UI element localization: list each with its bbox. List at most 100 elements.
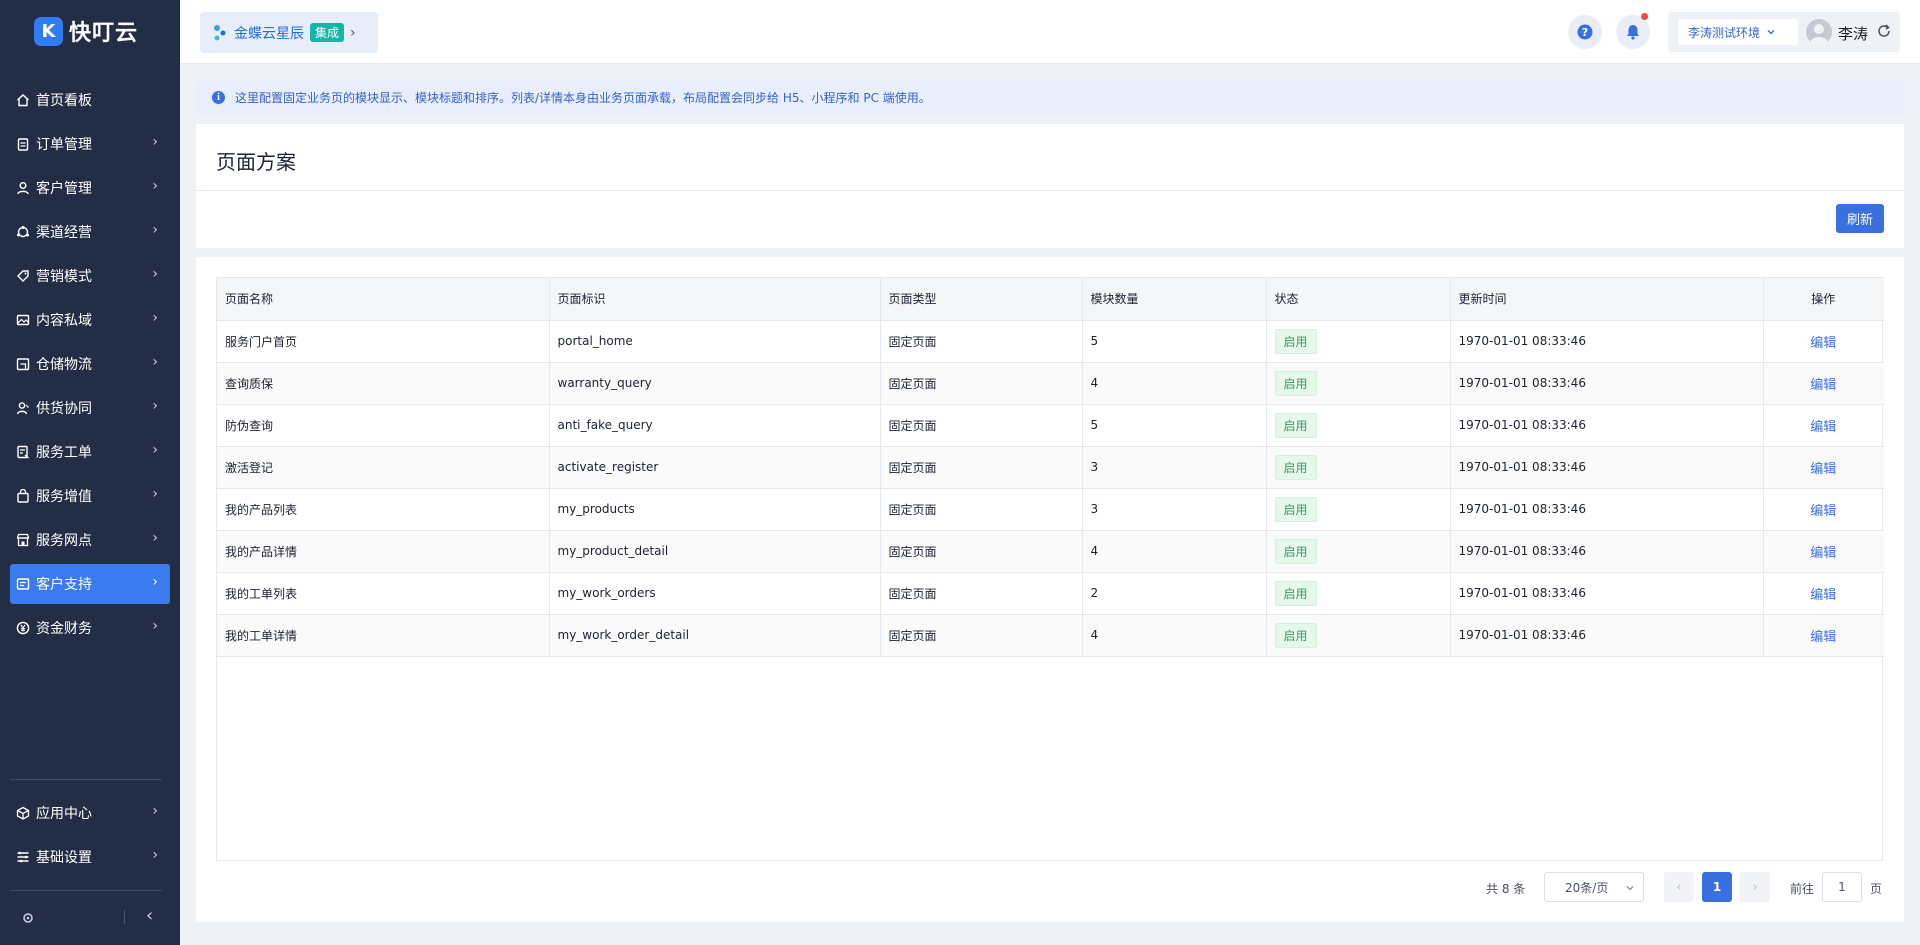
- cell-updated-time: 1970-01-01 08:33:46: [1450, 572, 1764, 615]
- edit-link[interactable]: 编辑: [1810, 588, 1836, 603]
- goto-label: 前往: [1790, 882, 1815, 896]
- sidebar-item-2[interactable]: 客户管理 ›: [10, 168, 170, 208]
- env-label: 李涛测试环境: [1688, 25, 1761, 40]
- chevron-right-icon: ›: [152, 574, 158, 590]
- cell-page-key: my_work_orders: [549, 572, 881, 615]
- cell-actions: 编辑: [1763, 404, 1884, 447]
- help-icon: ?: [1577, 24, 1593, 40]
- cell-page-type: 固定页面: [880, 572, 1083, 615]
- chevron-right-icon: ›: [152, 134, 158, 150]
- theme-gear-icon[interactable]: [22, 909, 34, 928]
- env-select[interactable]: 李涛测试环境: [1678, 19, 1798, 45]
- chevron-right-icon: ›: [152, 486, 158, 502]
- bell-icon: [1627, 25, 1639, 40]
- current-page-button[interactable]: 1: [1702, 872, 1732, 902]
- edit-link[interactable]: 编辑: [1810, 420, 1836, 435]
- sidebar-item-label: 首页看板: [36, 93, 92, 109]
- cell-status: 启用: [1266, 572, 1451, 615]
- cell-page-type: 固定页面: [880, 362, 1083, 405]
- cell-page-key: warranty_query: [549, 362, 881, 405]
- column-header: 页面名称: [217, 278, 550, 321]
- tag-icon: [16, 269, 30, 283]
- sidebar-item-label: 订单管理: [36, 137, 92, 153]
- edit-link[interactable]: 编辑: [1810, 630, 1836, 645]
- edit-link[interactable]: 编辑: [1810, 462, 1836, 477]
- goto-page-input[interactable]: [1822, 872, 1862, 902]
- sidebar-item-label: 客户管理: [36, 181, 92, 197]
- refresh-icon[interactable]: [1876, 23, 1892, 43]
- sidebar-item-label: 内容私域: [36, 313, 92, 329]
- chevron-right-icon: ›: [152, 442, 158, 458]
- notification-button[interactable]: [1616, 13, 1650, 49]
- sidebar-item-10[interactable]: 服务网点 ›: [10, 520, 170, 560]
- cell-updated-time: 1970-01-01 08:33:46: [1450, 488, 1764, 531]
- cell-updated-time: 1970-01-01 08:33:46: [1450, 446, 1764, 489]
- cell-module-count: 4: [1082, 530, 1267, 573]
- sidebar-item-4[interactable]: 营销模式 ›: [10, 256, 170, 296]
- sidebar-item-label: 应用中心: [36, 806, 92, 822]
- column-header: 页面类型: [880, 278, 1083, 321]
- cell-module-count: 4: [1082, 362, 1267, 405]
- edit-link[interactable]: 编辑: [1810, 336, 1836, 351]
- sidebar-item-12[interactable]: 资金财务 ›: [10, 608, 170, 648]
- sidebar-item-1[interactable]: 订单管理 ›: [10, 124, 170, 164]
- cell-updated-time: 1970-01-01 08:33:46: [1450, 404, 1764, 447]
- goto-unit: 页: [1870, 882, 1883, 896]
- cell-updated-time: 1970-01-01 08:33:46: [1450, 320, 1764, 363]
- sidebar-item-6[interactable]: 仓储物流 ›: [10, 344, 170, 384]
- help-button[interactable]: ?: [1568, 15, 1602, 49]
- chevron-right-icon: ›: [152, 310, 158, 326]
- cell-updated-time: 1970-01-01 08:33:46: [1450, 614, 1764, 657]
- sidebar-item-3[interactable]: 渠道经营 ›: [10, 212, 170, 252]
- chevron-right-icon: ›: [152, 266, 158, 282]
- sidebar-item-11[interactable]: 客户支持 ›: [10, 564, 170, 604]
- total-count: 共 8 条: [1486, 882, 1526, 896]
- cell-page-name: 查询质保: [217, 362, 550, 405]
- chevron-right-icon: ›: [152, 618, 158, 634]
- cell-page-name: 我的工单详情: [217, 614, 550, 657]
- user-name[interactable]: 李涛: [1838, 23, 1868, 44]
- sidebar-item-0[interactable]: 首页看板: [10, 80, 170, 120]
- refresh-button[interactable]: 刷新: [1836, 204, 1884, 233]
- status-badge: 启用: [1274, 580, 1317, 606]
- prev-page-button[interactable]: ‹: [1664, 872, 1694, 902]
- sidebar-item-label: 供货协同: [36, 401, 92, 417]
- sidebar-item-7[interactable]: 供货协同 ›: [10, 388, 170, 428]
- sidebar-bottom-item-0[interactable]: 应用中心 ›: [10, 793, 170, 833]
- integration-switch[interactable]: 金蝶云星辰 集成 ›: [200, 12, 378, 53]
- page-scheme-card: 页面方案 刷新: [196, 124, 1904, 248]
- next-page-button[interactable]: ›: [1740, 872, 1770, 902]
- pagination: 共 8 条 20条/页 ‹ 1 › 前往 页: [196, 871, 1904, 903]
- warehouse-icon: [16, 357, 30, 371]
- home-icon: [16, 93, 30, 107]
- sidebar-item-9[interactable]: 服务增值 ›: [10, 476, 170, 516]
- cell-page-name: 我的产品列表: [217, 488, 550, 531]
- brand-mark-icon: K: [34, 16, 63, 46]
- edit-link[interactable]: 编辑: [1810, 546, 1836, 561]
- integration-logo-icon: [214, 24, 226, 40]
- chevron-down-icon: [1626, 886, 1634, 891]
- cell-module-count: 4: [1082, 614, 1267, 657]
- table-row: 激活登记 activate_register 固定页面 3 启用 1970-01-01 0…: [217, 446, 1884, 489]
- page-size-select[interactable]: 20条/页: [1544, 872, 1644, 902]
- cube-icon: [16, 806, 30, 820]
- title-divider: [196, 190, 1904, 191]
- column-header: 更新时间: [1450, 278, 1764, 321]
- cell-status: 启用: [1266, 614, 1451, 657]
- info-icon: i: [212, 91, 225, 104]
- cell-module-count: 2: [1082, 572, 1267, 615]
- sidebar-item-5[interactable]: 内容私域 ›: [10, 300, 170, 340]
- sidebar-item-label: 基础设置: [36, 850, 92, 866]
- svg-text:?: ?: [1582, 26, 1588, 39]
- cell-module-count: 5: [1082, 320, 1267, 363]
- edit-link[interactable]: 编辑: [1810, 378, 1836, 393]
- edit-link[interactable]: 编辑: [1810, 504, 1836, 519]
- sidebar-divider: [10, 779, 162, 780]
- cell-actions: 编辑: [1763, 530, 1884, 573]
- avatar[interactable]: [1806, 19, 1832, 45]
- sidebar-item-8[interactable]: 服务工单 ›: [10, 432, 170, 472]
- table-row: 我的工单列表 my_work_orders 固定页面 2 启用 1970-01-01 08…: [217, 572, 1884, 615]
- sidebar-bottom-item-1[interactable]: 基础设置 ›: [10, 837, 170, 877]
- brand-logo[interactable]: K 快叮云: [34, 16, 138, 46]
- collapse-sidebar-icon[interactable]: ‹: [146, 905, 153, 926]
